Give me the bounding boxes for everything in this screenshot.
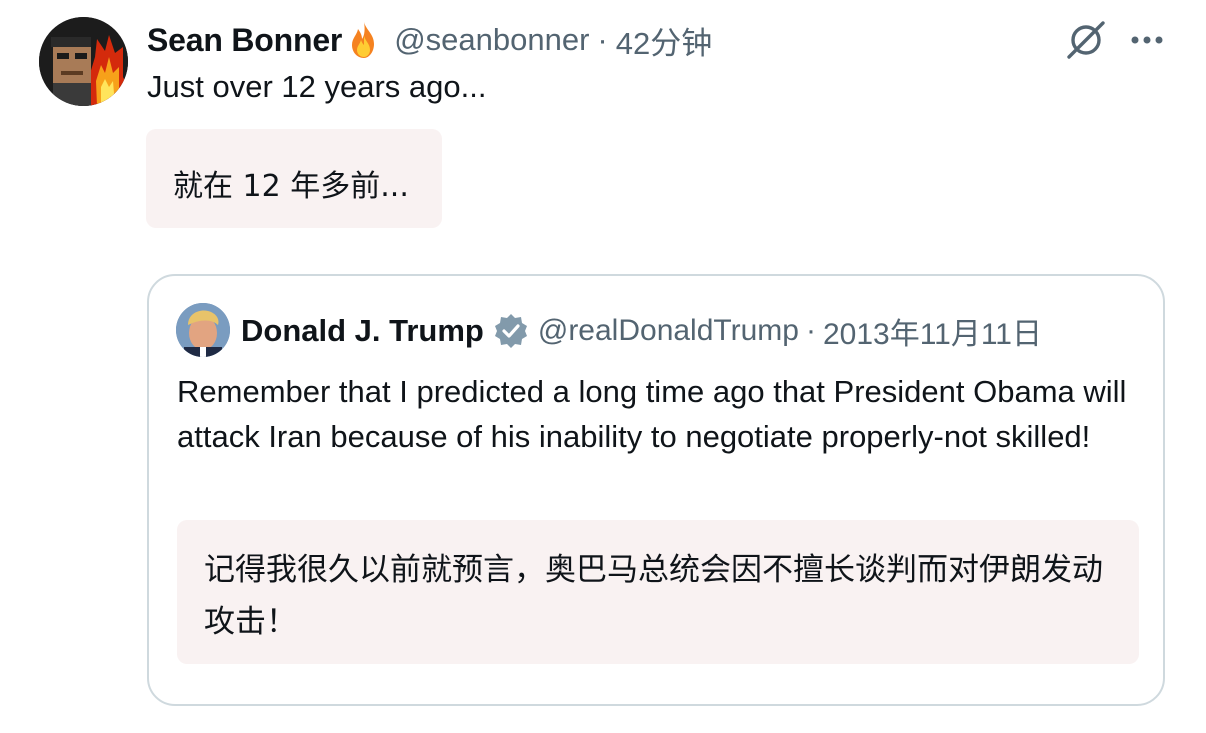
verified-badge-icon (493, 313, 529, 349)
grok-icon (1067, 21, 1105, 59)
quoted-translation-box: 记得我很久以前就预言，奥巴马总统会因不擅长谈判而对伊朗发动攻击！ (177, 520, 1139, 664)
author-avatar[interactable] (39, 17, 128, 106)
quoted-translation-text: 记得我很久以前就预言，奥巴马总统会因不擅长谈判而对伊朗发动攻击！ (204, 552, 1103, 640)
quoted-timestamp[interactable]: 2013年11月11日 (823, 309, 1042, 353)
grok-button[interactable] (1063, 18, 1109, 62)
author-name[interactable]: Sean Bonner (147, 22, 342, 59)
quoted-tweet-card[interactable]: Donald J. Trump @realDonaldTrump · 2013年… (147, 274, 1165, 706)
timestamp[interactable]: 42分钟 (616, 18, 712, 63)
separator-dot: · (597, 22, 608, 57)
more-options-button[interactable] (1124, 22, 1170, 58)
translation-text: 就在 12 年多前... (173, 169, 409, 204)
quoted-author-handle[interactable]: @realDonaldTrump (538, 314, 799, 348)
quoted-tweet-text: Remember that I predicted a long time ag… (177, 374, 1127, 454)
quoted-avatar-image (176, 303, 230, 357)
quoted-author-name[interactable]: Donald J. Trump (241, 313, 484, 349)
author-avatar-image (39, 17, 128, 106)
tweet-text: Just over 12 years ago... (147, 69, 487, 104)
quoted-tweet-header: Donald J. Trump @realDonaldTrump · 2013年… (241, 308, 1042, 354)
tweet-header: Sean Bonner @seanbonner · 42分钟 (147, 18, 712, 63)
quoted-separator-dot: · (805, 314, 816, 347)
more-icon (1131, 36, 1163, 44)
author-handle[interactable]: @seanbonner (394, 22, 589, 58)
fire-icon (344, 20, 384, 60)
quoted-author-avatar[interactable] (176, 303, 230, 357)
translation-box: 就在 12 年多前... (146, 129, 442, 228)
